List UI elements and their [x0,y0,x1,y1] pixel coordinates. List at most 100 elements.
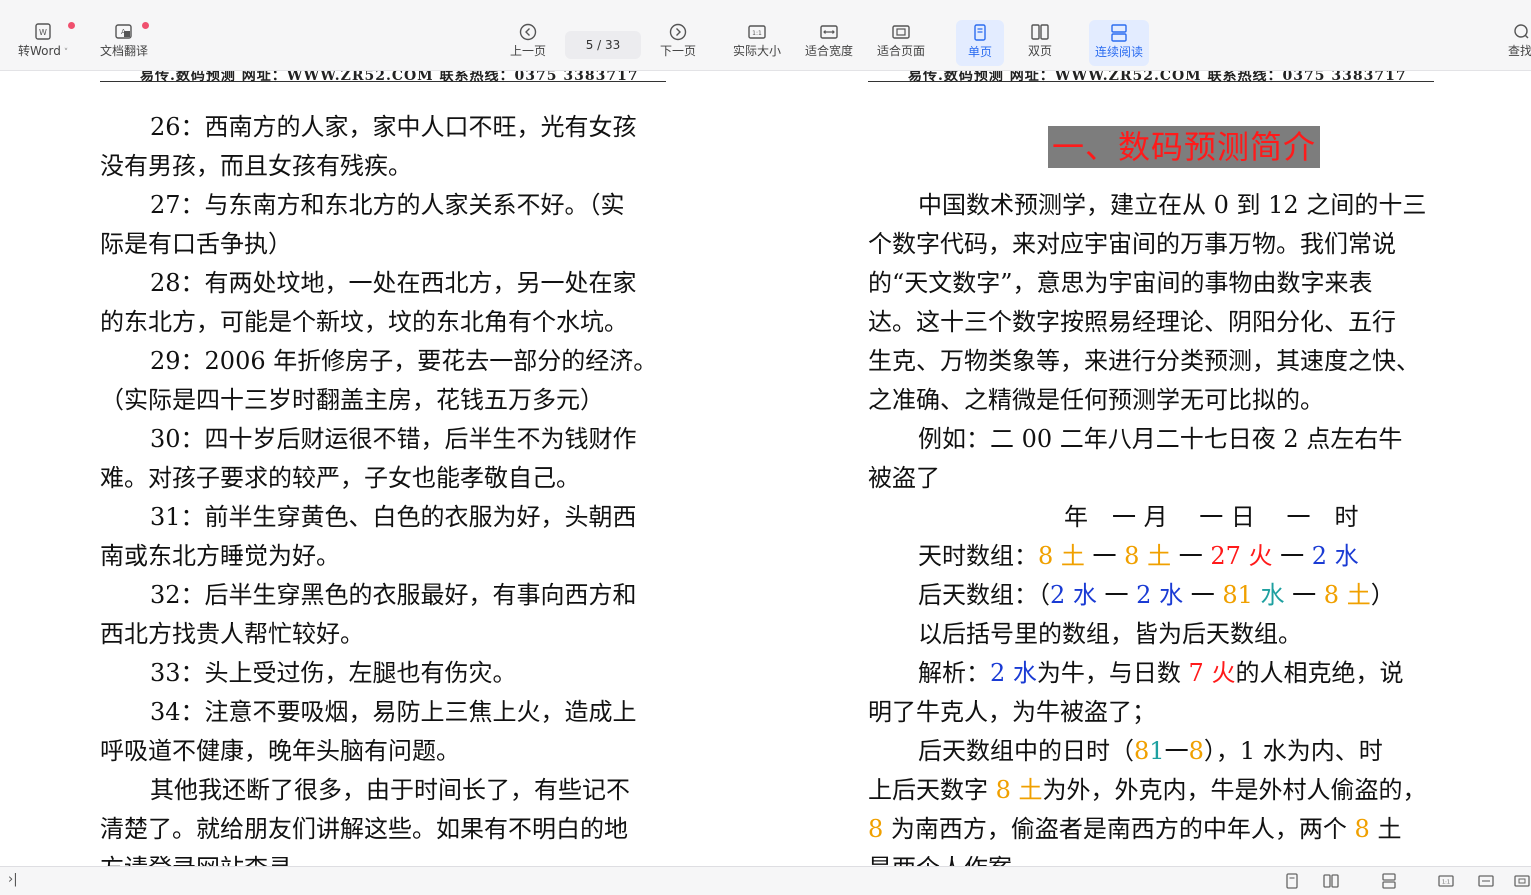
analysis-text: 上后天数字 [868,776,996,804]
text-line: 个数字代码，来对应宇宙间的万事万物。我们常说 [868,230,1396,258]
text-line: （实际是四十三岁时翻盖主房，花钱五万多元） [100,386,604,414]
analysis-line-6: 是两个人作案 [868,854,1012,866]
text-line: 生克、万物类象等，来进行分类预测，其速度之快、 [868,347,1420,375]
tian-value: 8 土 [1038,542,1085,570]
analysis-line-1: 解析：2 水为牛，与日数 7 火的人相克绝，说 [868,659,1403,687]
text-line: 31：前半生穿黄色、白色的衣服为好，头朝西 [150,503,637,531]
actual-size-button[interactable]: 1:1 实际大小 [733,22,781,58]
collapse-sidebar-icon[interactable]: ›| [8,872,18,887]
translate-icon: A [115,24,132,39]
text-line: 26：西南方的人家，家中人口不旺，光有女孩 [150,113,637,141]
tian-value: 27 火 [1210,542,1273,570]
actual-size-icon[interactable]: 1:1 [1437,872,1455,890]
analysis-value: 2 水 [990,659,1037,687]
tian-value: 8 土 [1124,542,1172,570]
toolbar: W 转Word ˅ A 文档翻译 上一页 5 / 33 下一页 1:1 实际大小… [0,0,1531,71]
page-header: 易传.数码预测 网址：WWW.ZR52.COM 联系热线：0375 338371… [868,71,1434,82]
fit-page-button[interactable]: 适合页面 [877,22,925,58]
double-page-button[interactable]: 双页 [1028,22,1052,58]
page-total: / 33 [597,38,621,52]
tian-shi-row: 天时数组：8 土 一 8 土 一 27 火 一 2 水 [868,542,1359,570]
notification-dot-2 [142,22,149,29]
text-line: 南或东北方睡觉为好。 [100,542,340,570]
analysis-text: 为外，外克内，牛是外村人偷盗的， [1042,776,1427,804]
page-number-box[interactable]: 5 / 33 [565,31,641,59]
text-line: 达。这十三个数字按照易经理论、阴阳分化、五行 [868,308,1396,336]
text-line: 的东北方，可能是个新坟，坟的东北角有个水坑。 [100,308,628,336]
actual-size-icon: 1:1 [748,25,766,39]
text-line: 呼吸道不健康，晚年头脑有问题。 [100,737,460,765]
fit-width-button[interactable]: 适合宽度 [805,22,853,58]
analysis-line-4: 上后天数字 8 土为外，外克内，牛是外村人偷盗的， [868,776,1427,804]
bracket-note: 以后括号里的数组，皆为后天数组。 [918,620,1302,648]
prev-page-button[interactable]: 上一页 [510,22,546,58]
text-line: 方请登录网站查寻。 [100,854,316,866]
text-line: 中国数术预测学，建立在从 0 到 12 之间的十三 [918,191,1427,219]
svg-text:1:1: 1:1 [1442,880,1450,886]
hou-value: 8 土 [1323,581,1371,609]
next-page-label: 下一页 [660,44,697,58]
chevron-left-circle-icon [519,23,537,41]
next-page-button[interactable]: 下一页 [660,22,696,58]
hou-value: 2 水 [1136,581,1184,609]
doc-translate-label: 文档翻译 [100,44,149,58]
continuous-read-icon [1111,24,1127,42]
analysis-text: 的人相克绝，说 [1235,659,1404,687]
chevron-right-circle-icon [669,23,687,41]
fit-width-icon[interactable] [1477,872,1495,890]
right-page: 易传.数码预测 网址：WWW.ZR52.COM 联系热线：0375 338371… [868,71,1448,866]
text-line: 27：与东南方和东北方的人家关系不好。（实 [150,191,625,219]
section-title: 一、数码预测简介 [1048,126,1321,168]
svg-text:1:1: 1:1 [752,30,762,37]
analysis-text: 解析： [918,659,990,687]
ymdh-header: 年 一 月 一 日 一 时 [1064,503,1359,531]
text-line: 33：头上受过伤，左腿也有伤灾。 [150,659,517,687]
double-page-icon[interactable] [1322,872,1340,890]
example-line-1: 例如：二 00 二年八月二十七日夜 2 点左右牛 [918,425,1403,453]
dash: 一 [1096,581,1137,609]
tian-label: 天时数组： [918,542,1038,570]
text-line: 没有男孩，而且女孩有残疾。 [100,152,412,180]
text-line: 32：后半生穿黑色的衣服最好，有事向西方和 [150,581,637,609]
hou-label: 后天数组：（ [918,581,1050,609]
status-bar: ›| 1:1 [0,866,1531,895]
fit-page-icon[interactable] [1513,872,1531,890]
text-line: 之准确、之精微是任何预测学无可比拟的。 [868,386,1324,414]
analysis-text: 土 [1369,815,1402,843]
to-word-button[interactable]: W 转Word ˅ [18,22,68,58]
analysis-line-3: 后天数组中的日时（81一8），1 水为内、时 [868,737,1383,765]
search-button[interactable]: 查找 [1508,22,1531,58]
analysis-text: 为南西方，偷盗者是南西方的中年人，两个 [883,815,1355,843]
analysis-line-5: 8 为南西方，偷盗者是南西方的中年人，两个 8 土 [868,815,1401,843]
fit-width-icon [820,25,838,39]
search-icon [1514,24,1529,39]
text-line: 34：注意不要吸烟，易防上三焦上火，造成上 [150,698,637,726]
document-viewport[interactable]: 易传.数码预测 网址：WWW.ZR52.COM 联系热线：0375 338371… [0,71,1531,866]
continuous-read-icon[interactable] [1380,872,1398,890]
fit-page-icon [892,25,910,39]
fit-width-label: 适合宽度 [805,44,854,58]
single-page-button[interactable]: 单页 [956,20,1004,66]
analysis-text: 为牛，与日数 [1036,659,1189,687]
dash: 一 [1272,542,1312,570]
hou-value-81: 81 [1222,581,1253,609]
word-doc-icon: W [35,23,51,40]
analysis-line-2: 明了牛克人，为牛被盗了； [868,698,1156,726]
actual-size-label: 实际大小 [733,44,782,58]
prev-page-label: 上一页 [510,44,547,58]
page-header: 易传.数码预测 网址：WWW.ZR52.COM 联系热线：0375 338371… [100,71,666,82]
text-line: 的“天文数字”，意思为宇宙间的事物由数字来表 [868,269,1373,297]
hou-value-water: 水 [1252,581,1285,609]
dash: 一 [1084,542,1125,570]
page-current[interactable]: 5 [586,38,594,52]
text-line: 29：2006 年折修房子，要花去一部分的经济。 [150,347,658,375]
double-page-icon [1031,24,1049,40]
example-line-2: 被盗了 [868,464,940,492]
double-page-label: 双页 [1028,44,1053,58]
text-line: 28：有两处坟地，一处在西北方，另一处在家 [150,269,637,297]
left-page: 易传.数码预测 网址：WWW.ZR52.COM 联系热线：0375 338371… [100,71,680,866]
analysis-value: 8 [1134,737,1150,765]
doc-translate-button[interactable]: A 文档翻译 [100,22,148,58]
single-page-icon[interactable] [1283,872,1301,890]
continuous-read-button[interactable]: 连续阅读 [1089,20,1149,66]
